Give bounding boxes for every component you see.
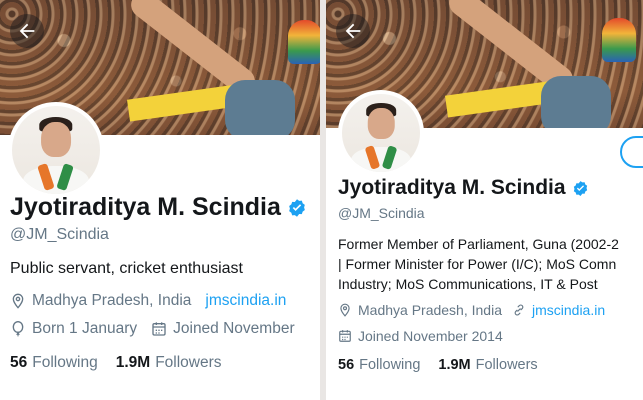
following-stat[interactable]: 56 Following xyxy=(10,354,98,372)
profile-bio: Former Member of Parliament, Guna (2002-… xyxy=(338,234,619,294)
location-row: Madhya Pradesh, India jmscindia.in xyxy=(338,302,605,318)
verified-badge-icon xyxy=(572,180,589,197)
name-row: Jyotiraditya M. Scindia xyxy=(338,176,589,200)
followers-stat[interactable]: 1.9M Followers xyxy=(438,357,537,373)
followers-label: Followers xyxy=(475,357,538,373)
banner-sleeve xyxy=(541,76,611,128)
following-label: Following xyxy=(32,354,98,371)
location-pin-icon xyxy=(10,292,26,310)
link-icon xyxy=(512,303,526,317)
followers-count: 1.9M xyxy=(438,357,471,373)
profile-panel-left: Jyotiraditya M. Scindia @JM_Scindia Publ… xyxy=(0,0,320,400)
avatar[interactable] xyxy=(338,90,424,176)
profile-name: Jyotiraditya M. Scindia xyxy=(10,193,281,221)
balloon-icon xyxy=(10,320,26,338)
profile-handle: @JM_Scindia xyxy=(10,226,109,243)
name-row: Jyotiraditya M. Scindia xyxy=(10,193,307,222)
location-pin-icon xyxy=(338,302,352,318)
avatar[interactable] xyxy=(8,102,104,198)
follow-stats: 56 Following 1.9M Followers xyxy=(10,354,222,372)
banner-sleeve xyxy=(225,80,295,135)
arrow-left-icon xyxy=(19,23,35,39)
bio-line: Industry; MoS Communications, IT & Post xyxy=(338,276,598,292)
followers-label: Followers xyxy=(155,354,222,371)
joined-text: Joined November 2014 xyxy=(358,328,503,344)
banner-turban xyxy=(602,18,636,62)
birthday-text: Born 1 January xyxy=(32,320,138,337)
calendar-icon xyxy=(151,321,167,337)
location-text: Madhya Pradesh, India xyxy=(32,292,192,309)
banner-turban xyxy=(288,20,320,64)
dates-row: Born 1 January Joined November xyxy=(10,320,295,338)
profile-panel-right: Jyotiraditya M. Scindia @JM_Scindia Form… xyxy=(326,0,643,400)
bio-line: | Former Minister for Power (I/C); MoS C… xyxy=(338,256,617,272)
joined-row: Joined November 2014 xyxy=(338,328,503,344)
arrow-left-icon xyxy=(345,23,361,39)
back-button[interactable] xyxy=(10,14,44,48)
followers-stat[interactable]: 1.9M Followers xyxy=(116,354,222,372)
calendar-icon xyxy=(338,329,352,343)
profile-bio: Public servant, cricket enthusiast xyxy=(10,260,243,277)
follow-stats: 56 Following 1.9M Followers xyxy=(338,357,538,373)
follow-button[interactable] xyxy=(620,136,643,168)
website-link[interactable]: jmscindia.in xyxy=(205,292,286,310)
website-link[interactable]: jmscindia.in xyxy=(532,302,605,318)
joined-text: Joined November xyxy=(173,320,295,337)
profile-name: Jyotiraditya M. Scindia xyxy=(338,176,566,199)
bio-line: Former Member of Parliament, Guna (2002-… xyxy=(338,236,619,252)
following-count: 56 xyxy=(10,354,28,371)
followers-count: 1.9M xyxy=(115,354,151,371)
verified-badge-icon xyxy=(287,198,307,218)
profile-handle: @JM_Scindia xyxy=(338,205,425,221)
location-row: Madhya Pradesh, India jmscindia.in xyxy=(10,292,286,310)
following-count: 56 xyxy=(338,357,355,373)
back-button[interactable] xyxy=(336,14,370,48)
following-label: Following xyxy=(359,357,421,373)
following-stat[interactable]: 56 Following xyxy=(338,357,420,373)
location-text: Madhya Pradesh, India xyxy=(358,302,502,318)
